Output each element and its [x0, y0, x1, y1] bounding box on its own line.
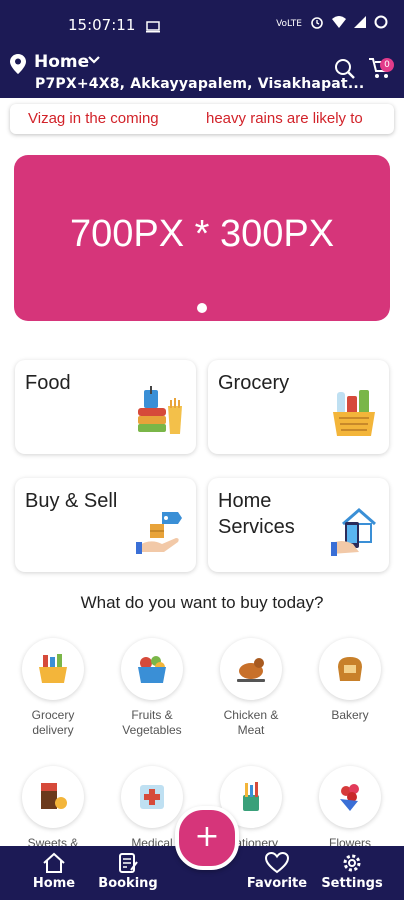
heart-icon: [265, 852, 289, 874]
alarm-icon: [310, 15, 324, 33]
nav-booking-label: Booking: [98, 876, 158, 891]
flowers-icon: [340, 784, 359, 811]
nav-favorite-label: Favorite: [246, 876, 308, 891]
category-label: Bakery: [305, 708, 395, 723]
category-chicken-meat[interactable]: Chicken & Meat: [206, 638, 296, 738]
grocery-delivery-icon: [39, 654, 67, 683]
category-sweets[interactable]: Sweets &: [8, 766, 98, 851]
category-circle: [121, 766, 183, 828]
sweets-icon: [41, 783, 67, 809]
booking-icon: [119, 853, 138, 873]
service-label-line2: Services: [218, 516, 295, 538]
food-icon: [136, 386, 184, 442]
category-label-line1: Grocery: [31, 708, 75, 722]
category-circle: [220, 638, 282, 700]
buy-sell-icon: [136, 508, 184, 560]
fruits-vegetables-icon: [138, 656, 166, 683]
gear-icon: [343, 854, 361, 872]
category-circle: [22, 638, 84, 700]
medical-icon: [140, 785, 164, 809]
add-fab-button[interactable]: +: [175, 806, 239, 870]
app-header: Home P7PX+4X8, Akkayyapalem, Visakhapat.…: [0, 50, 404, 98]
service-card-home-services[interactable]: Home Services: [208, 478, 389, 572]
status-bar: 15:07:11 VoLTE: [0, 0, 404, 50]
location-title[interactable]: Home: [34, 52, 89, 72]
stationery-icon: [243, 782, 259, 811]
category-bakery[interactable]: Bakery: [305, 638, 395, 723]
home-services-icon: [331, 508, 377, 560]
promo-banner[interactable]: 700PX * 300PX: [14, 155, 390, 321]
cart-badge: 0: [380, 58, 394, 72]
nav-booking[interactable]: Booking: [90, 852, 166, 891]
category-grocery-delivery[interactable]: Grocery delivery: [8, 638, 98, 738]
service-card-food[interactable]: Food: [15, 360, 196, 454]
category-circle: [319, 638, 381, 700]
category-circle: [319, 766, 381, 828]
chevron-down-icon[interactable]: [86, 52, 102, 72]
category-label-line2: Meat: [237, 723, 265, 737]
category-label-line2: Vegetables: [122, 723, 182, 737]
nav-favorite[interactable]: Favorite: [239, 852, 315, 891]
service-card-grocery[interactable]: Grocery: [208, 360, 389, 454]
category-circle: [121, 638, 183, 700]
status-time: 15:07:11: [68, 16, 136, 34]
cast-icon: [146, 18, 160, 37]
category-label: Fruits & Vegetables: [107, 708, 197, 738]
battery-icon: [374, 15, 388, 33]
home-icon: [43, 852, 65, 873]
grocery-basket-icon: [331, 386, 377, 442]
location-address[interactable]: P7PX+4X8, Akkayyapalem, Visakhapat...: [35, 76, 364, 92]
category-fruits-vegetables[interactable]: Fruits & Vegetables: [107, 638, 197, 738]
wifi-icon: [332, 16, 346, 32]
nav-settings-label: Settings: [321, 876, 383, 891]
chicken-meat-icon: [237, 658, 265, 682]
category-label-line1: Chicken &: [223, 708, 279, 722]
search-icon[interactable]: [334, 58, 356, 84]
system-icons: VoLTE: [276, 15, 388, 33]
nav-home-label: Home: [32, 876, 76, 891]
banner-text: 700PX * 300PX: [69, 213, 335, 255]
section-title: What do you want to buy today?: [80, 593, 324, 612]
service-label: Buy & Sell: [25, 490, 118, 512]
service-card-buy-sell[interactable]: Buy & Sell: [15, 478, 196, 572]
nav-home[interactable]: Home: [16, 852, 92, 891]
news-ticker: Vizag in the coming heavy rains are like…: [10, 104, 394, 134]
nav-settings[interactable]: Settings: [314, 852, 390, 891]
category-label: Chicken & Meat: [206, 708, 296, 738]
bakery-icon: [338, 657, 362, 681]
category-label-line1: Fruits &: [131, 708, 173, 722]
ticker-text-left: Vizag in the coming: [28, 110, 159, 127]
category-label: Grocery delivery: [8, 708, 98, 738]
category-label-line2: delivery: [32, 723, 74, 737]
service-label: Food: [25, 372, 71, 394]
volte-icon: VoLTE: [276, 18, 302, 29]
signal-icon: [354, 16, 366, 32]
service-label: Home Services: [218, 488, 295, 540]
ticker-text-right: heavy rains are likely to: [206, 110, 363, 127]
location-pin-icon: [10, 54, 26, 78]
category-flowers[interactable]: Flowers: [305, 766, 395, 851]
category-label-line1: Bakery: [331, 708, 369, 722]
service-label: Grocery: [218, 372, 290, 394]
service-label-line1: Home: [218, 490, 272, 512]
category-circle: [22, 766, 84, 828]
banner-page-indicator: [197, 303, 207, 313]
